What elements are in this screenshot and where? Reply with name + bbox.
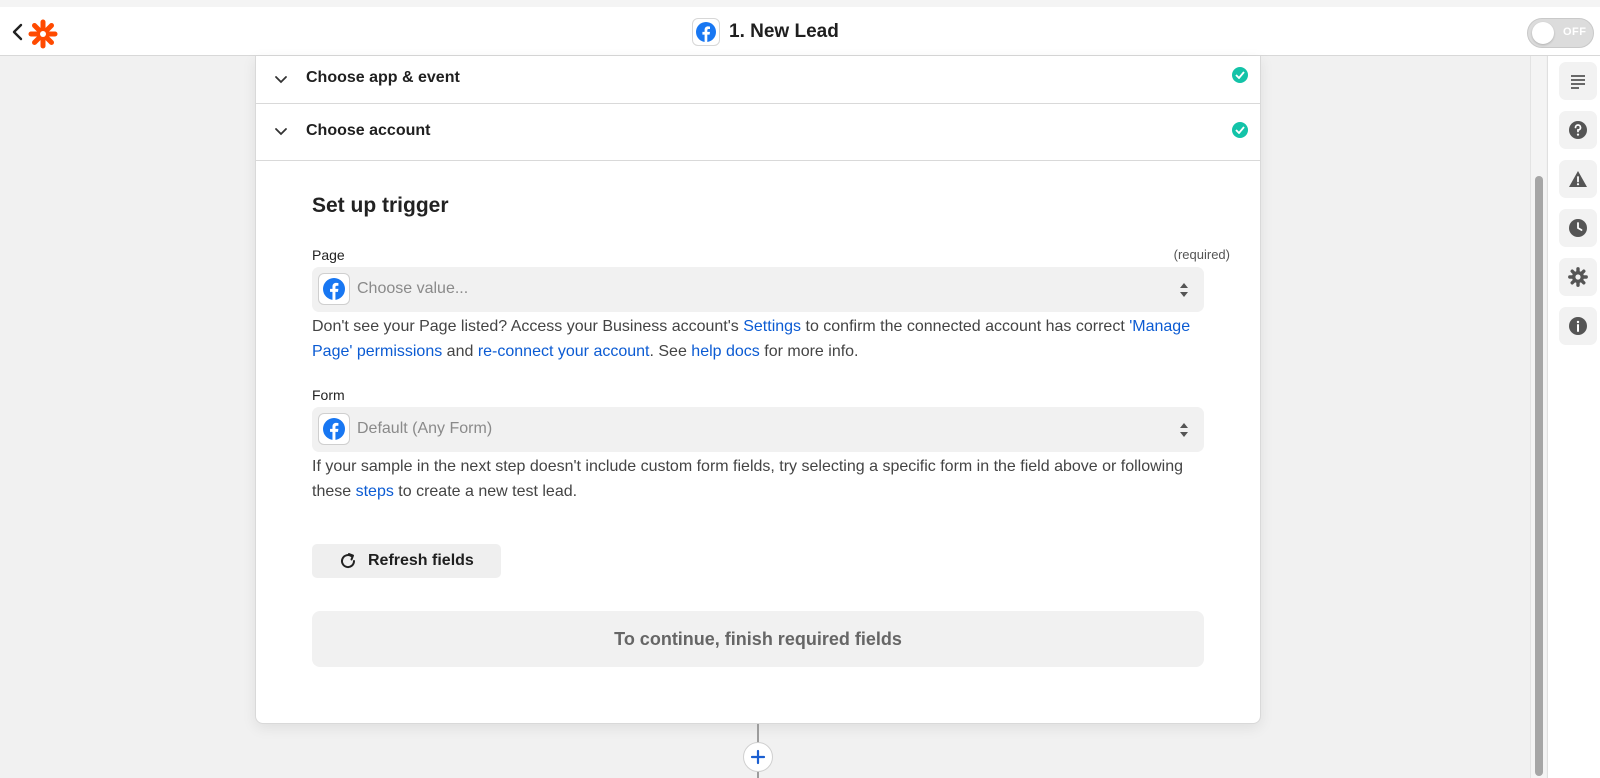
toggle-label: OFF bbox=[1563, 26, 1587, 38]
required-marker: (required) bbox=[1173, 247, 1230, 262]
help-text-segment: for more info. bbox=[759, 343, 859, 360]
zapier-logo-icon[interactable] bbox=[28, 19, 58, 49]
check-icon bbox=[1232, 122, 1248, 138]
help-button[interactable] bbox=[1559, 111, 1597, 149]
warning-button[interactable] bbox=[1559, 160, 1597, 198]
notes-icon bbox=[1571, 75, 1585, 89]
refresh-fields-button[interactable]: Refresh fields bbox=[312, 544, 501, 578]
form-select-value: Default (Any Form) bbox=[357, 420, 493, 437]
page-select-placeholder: Choose value... bbox=[357, 280, 469, 297]
section-title: Choose account bbox=[306, 122, 431, 139]
scrollbar-thumb[interactable] bbox=[1535, 176, 1543, 776]
settings-icon bbox=[1568, 267, 1588, 287]
notes-button[interactable] bbox=[1559, 62, 1597, 100]
facebook-icon bbox=[318, 273, 350, 305]
reconnect-account-link[interactable]: re-connect your account bbox=[478, 343, 650, 360]
info-icon bbox=[1569, 317, 1587, 335]
help-text-segment: and bbox=[442, 343, 478, 360]
help-icon bbox=[1569, 121, 1587, 139]
top-bar: 1. New Lead OFF bbox=[0, 0, 1600, 56]
chevron-down-icon bbox=[275, 128, 287, 136]
history-button[interactable] bbox=[1559, 209, 1597, 247]
toggle-knob bbox=[1532, 22, 1554, 44]
help-text-segment: Don't see your Page listed? Access your … bbox=[312, 318, 744, 335]
zap-title[interactable]: 1. New Lead bbox=[692, 18, 839, 46]
page-help-text: Don't see your Page listed? Access your … bbox=[312, 314, 1192, 364]
select-arrows-icon bbox=[1180, 283, 1188, 297]
page-title: 1. New Lead bbox=[729, 21, 839, 42]
step-card: Choose app & event Choose account Set up… bbox=[255, 56, 1261, 724]
setup-trigger-title: Set up trigger bbox=[312, 194, 449, 217]
zap-on-off-toggle[interactable]: OFF bbox=[1527, 18, 1594, 48]
chevron-down-icon bbox=[275, 76, 287, 84]
facebook-icon bbox=[318, 413, 350, 445]
page-select[interactable]: Choose value... bbox=[312, 267, 1204, 312]
form-field-label: Form bbox=[312, 387, 345, 403]
plus-icon bbox=[750, 749, 766, 765]
info-button[interactable] bbox=[1559, 307, 1597, 345]
continue-label: To continue, finish required fields bbox=[614, 628, 902, 649]
warning-icon bbox=[1569, 171, 1587, 187]
help-text-segment: to confirm the connected account has cor… bbox=[801, 318, 1130, 335]
help-text-segment: . See bbox=[649, 343, 692, 360]
help-docs-link[interactable]: help docs bbox=[691, 343, 760, 360]
steps-link[interactable]: steps bbox=[356, 483, 394, 500]
form-select[interactable]: Default (Any Form) bbox=[312, 407, 1204, 452]
check-icon bbox=[1232, 67, 1248, 83]
settings-button[interactable] bbox=[1559, 258, 1597, 296]
settings-link[interactable]: Settings bbox=[743, 318, 801, 335]
continue-button[interactable]: To continue, finish required fields bbox=[312, 611, 1204, 667]
refresh-fields-label: Refresh fields bbox=[368, 552, 474, 569]
help-text-segment: to create a new test lead. bbox=[393, 483, 578, 500]
right-tool-panel bbox=[1547, 56, 1600, 778]
scrollbar[interactable] bbox=[1530, 56, 1546, 778]
section-title: Choose app & event bbox=[306, 69, 460, 86]
facebook-icon bbox=[692, 18, 720, 46]
section-choose-app-event[interactable]: Choose app & event bbox=[256, 56, 1260, 104]
history-icon bbox=[1569, 219, 1587, 237]
select-arrows-icon bbox=[1180, 423, 1188, 437]
section-choose-account[interactable]: Choose account bbox=[256, 104, 1260, 161]
refresh-icon bbox=[341, 553, 356, 569]
page-field-label: Page bbox=[312, 247, 345, 263]
form-help-text: If your sample in the next step doesn't … bbox=[312, 454, 1192, 504]
add-step-button[interactable] bbox=[743, 742, 773, 772]
back-icon[interactable] bbox=[10, 21, 26, 43]
